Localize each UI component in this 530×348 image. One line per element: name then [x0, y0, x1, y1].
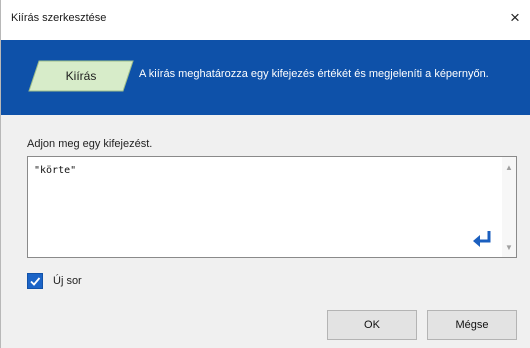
expression-input[interactable]: "körte" ▲ ▼ — [27, 156, 517, 258]
cancel-button[interactable]: Mégse — [427, 310, 517, 340]
expression-prompt: Adjon meg egy kifejezést. — [27, 138, 153, 150]
expression-value[interactable]: "körte" — [34, 165, 76, 176]
vertical-scrollbar[interactable]: ▲ ▼ — [502, 157, 516, 257]
scroll-up-icon[interactable]: ▲ — [502, 160, 516, 174]
header-banner: Kiírás A kiírás meghatározza egy kifejez… — [1, 40, 530, 115]
newline-option[interactable]: Új sor — [27, 272, 82, 290]
window-title: Kiírás szerkesztése — [11, 12, 107, 24]
title-bar: Kiírás szerkesztése × — [1, 0, 530, 40]
scroll-down-icon[interactable]: ▼ — [502, 240, 516, 254]
close-button[interactable]: × — [505, 8, 525, 28]
checkmark-icon — [30, 277, 41, 286]
edit-output-dialog: Kiírás szerkesztése × Kiírás A kiírás me… — [0, 0, 530, 348]
output-shape-label: Kiírás — [65, 69, 97, 83]
enter-icon[interactable] — [472, 229, 494, 249]
ok-button[interactable]: OK — [327, 310, 417, 340]
newline-checkbox[interactable] — [27, 273, 43, 289]
newline-checkbox-label[interactable]: Új sor — [53, 275, 82, 287]
banner-description: A kiírás meghatározza egy kifejezés érté… — [139, 68, 489, 80]
output-shape: Kiírás — [27, 59, 135, 93]
